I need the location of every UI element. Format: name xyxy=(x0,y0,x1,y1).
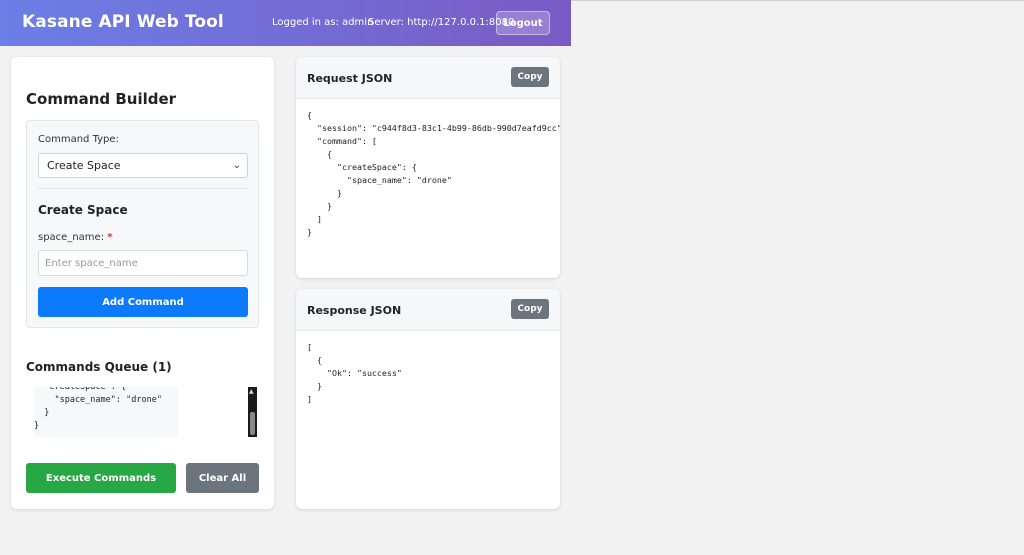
form-divider xyxy=(38,188,248,189)
command-form: Command Type: Create Space ⌄ Create Spac… xyxy=(26,120,259,328)
app-header: Kasane API Web Tool Logged in as: admin … xyxy=(0,0,571,46)
execute-commands-button[interactable]: Execute Commands xyxy=(26,463,176,493)
add-command-button[interactable]: Add Command xyxy=(38,287,248,317)
create-space-heading: Create Space xyxy=(38,203,128,217)
space-name-input[interactable] xyxy=(38,250,248,276)
command-type-value: Create Space xyxy=(47,159,121,172)
command-builder-panel: Command Builder Command Type: Create Spa… xyxy=(11,57,274,509)
required-indicator: * xyxy=(107,232,113,243)
command-type-select[interactable]: Create Space ⌄ xyxy=(38,153,248,178)
request-json-body: { "session": "c944f8d3-83c1-4b99-86db-99… xyxy=(307,110,560,237)
queued-command-item: "createSpace": { "space_name": "drone" }… xyxy=(34,387,178,437)
command-type-label: Command Type: xyxy=(38,134,119,145)
logout-button[interactable]: Logout xyxy=(496,11,550,35)
copy-response-button[interactable]: Copy xyxy=(511,299,549,319)
logged-in-user: Logged in as: admin xyxy=(272,17,374,28)
command-builder-title: Command Builder xyxy=(26,90,177,108)
queued-command-json: "createSpace": { "space_name": "drone" }… xyxy=(34,387,162,431)
response-json-panel: Response JSON Copy [ { "Ok": "success" }… xyxy=(296,289,560,509)
scrollbar-thumb[interactable] xyxy=(250,412,255,435)
queue-scrollbar[interactable]: ▲ xyxy=(248,387,257,437)
response-json-header: Response JSON Copy xyxy=(296,289,560,331)
app-title: Kasane API Web Tool xyxy=(22,12,224,32)
response-json-title: Response JSON xyxy=(307,304,402,317)
request-json-panel: Request JSON Copy { "session": "c944f8d3… xyxy=(296,57,560,278)
request-json-header: Request JSON Copy xyxy=(296,57,560,99)
commands-queue-list[interactable]: "createSpace": { "space_name": "drone" }… xyxy=(26,387,259,437)
space-name-label-text: space_name: xyxy=(38,232,105,243)
scroll-up-arrow-icon[interactable]: ▲ xyxy=(249,388,254,396)
chevron-down-icon: ⌄ xyxy=(232,160,241,171)
clear-all-button[interactable]: Clear All xyxy=(186,463,259,493)
response-json-body: [ { "Ok": "success" } ] xyxy=(307,342,402,404)
app: Kasane API Web Tool Logged in as: admin … xyxy=(0,0,571,555)
commands-queue-title: Commands Queue (1) xyxy=(26,360,172,374)
copy-request-button[interactable]: Copy xyxy=(511,67,549,87)
space-name-label: space_name: * xyxy=(38,232,113,243)
request-json-title: Request JSON xyxy=(307,72,393,85)
server-address: Server: http://127.0.0.1:8080 xyxy=(368,17,515,28)
